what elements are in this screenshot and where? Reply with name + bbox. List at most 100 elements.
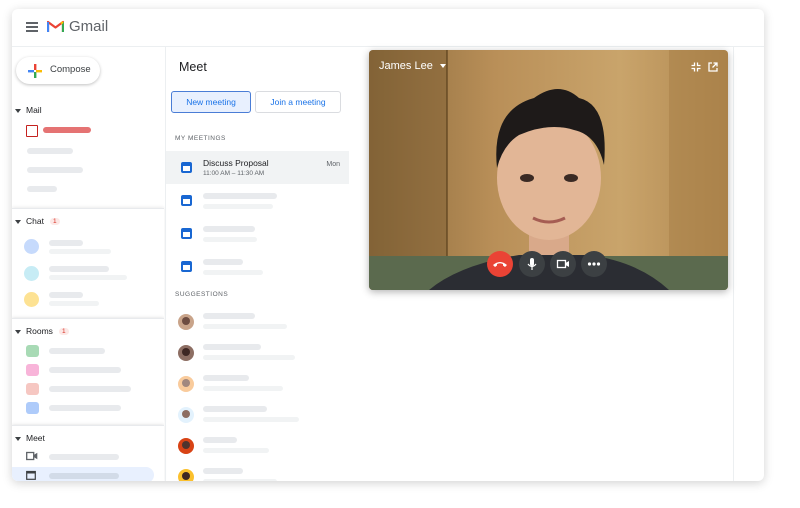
suggestion-detail-placeholder: [203, 417, 299, 422]
room-item[interactable]: [49, 386, 131, 392]
calendar-icon: [181, 195, 192, 206]
room-item[interactable]: [49, 405, 121, 411]
top-bar: Gmail: [12, 9, 764, 47]
chat-section-header[interactable]: Chat 1: [15, 216, 60, 226]
my-meetings-heading: MY MEETINGS: [175, 135, 226, 142]
avatar: [178, 314, 194, 330]
menu-icon[interactable]: [26, 22, 38, 32]
chevron-down-icon: [15, 436, 21, 441]
calendar-icon: [181, 261, 192, 272]
video-call-window[interactable]: James Lee: [369, 50, 728, 290]
room-icon: [26, 364, 39, 376]
inbox-icon: [26, 125, 38, 137]
sidebar-item-new-meeting[interactable]: [49, 454, 119, 460]
sidebar-item-inbox[interactable]: [43, 127, 91, 133]
meeting-time-placeholder: [203, 270, 263, 275]
participant-video-feed: [369, 50, 728, 290]
meet-section: Meet: [12, 425, 164, 481]
meeting-name-placeholder: [203, 259, 243, 265]
suggestion-item[interactable]: [166, 305, 349, 335]
rooms-unread-badge: 1: [58, 328, 69, 336]
meeting-time: 11:00 AM – 11:30 AM: [203, 170, 265, 177]
avatar: [178, 469, 194, 481]
suggestion-name-placeholder: [203, 468, 243, 474]
rooms-section-header[interactable]: Rooms 1: [15, 326, 69, 336]
sidebar-item[interactable]: [27, 186, 57, 192]
suggestion-item[interactable]: [166, 398, 349, 428]
chat-item[interactable]: [49, 266, 109, 272]
gmail-logo-icon: [47, 20, 64, 32]
meet-section-header[interactable]: Meet: [15, 433, 45, 443]
right-rail: [733, 47, 764, 481]
meet-label: Meet: [26, 433, 45, 443]
chevron-down-icon: [15, 219, 21, 224]
sidebar: Compose Mail Chat 1 Rooms 1 Meet: [12, 47, 164, 481]
gmail-window: Gmail Compose Mail Chat 1 Rooms 1 Meet M…: [12, 9, 764, 481]
suggestion-detail-placeholder: [203, 355, 295, 360]
suggestion-name-placeholder: [203, 344, 261, 350]
chat-label: Chat: [26, 216, 44, 226]
compose-button[interactable]: Compose: [16, 57, 100, 84]
chat-item[interactable]: [49, 240, 83, 246]
meeting-row[interactable]: [166, 184, 349, 217]
suggestion-item[interactable]: [166, 460, 349, 481]
room-icon: [26, 345, 39, 357]
room-icon: [26, 383, 39, 395]
rooms-section: Rooms 1: [12, 318, 164, 424]
participant-name[interactable]: James Lee: [379, 60, 446, 72]
page-title: Meet: [179, 60, 207, 74]
suggestions-heading: SUGGESTIONS: [175, 291, 229, 298]
mic-icon: [527, 258, 537, 270]
chat-section: Chat 1: [12, 208, 164, 317]
meeting-row[interactable]: [166, 250, 349, 283]
mic-button[interactable]: [519, 251, 545, 277]
meeting-day: Mon: [326, 161, 340, 168]
chat-item-preview: [49, 249, 111, 254]
meeting-name-placeholder: [203, 226, 255, 232]
avatar: [178, 376, 194, 392]
minimize-icon[interactable]: [691, 62, 701, 72]
avatar: [24, 266, 39, 281]
chat-item[interactable]: [49, 292, 83, 298]
chevron-down-icon: [439, 64, 446, 69]
suggestion-item[interactable]: [166, 429, 349, 459]
more-options-button[interactable]: [581, 251, 607, 277]
chevron-down-icon: [15, 108, 21, 113]
video-camera-icon: [26, 451, 38, 461]
meeting-name: Discuss Proposal: [203, 158, 269, 168]
compose-plus-icon: [28, 64, 42, 78]
suggestion-name-placeholder: [203, 375, 249, 381]
chat-unread-badge: 1: [49, 218, 60, 226]
avatar: [178, 407, 194, 423]
avatar: [24, 239, 39, 254]
suggestion-item[interactable]: [166, 336, 349, 366]
pop-out-icon[interactable]: [708, 62, 718, 72]
room-item[interactable]: [49, 348, 105, 354]
camera-icon: [556, 259, 569, 269]
calendar-icon: [26, 470, 36, 480]
meeting-row[interactable]: [166, 217, 349, 250]
meeting-time-placeholder: [203, 237, 257, 242]
calendar-icon: [181, 162, 192, 173]
room-item[interactable]: [49, 367, 121, 373]
suggestion-detail-placeholder: [203, 479, 277, 481]
chat-item-preview: [49, 301, 99, 306]
mail-section: Mail: [12, 105, 164, 205]
avatar: [178, 345, 194, 361]
end-call-icon: [493, 262, 507, 267]
mail-section-header[interactable]: Mail: [15, 105, 42, 115]
suggestion-detail-placeholder: [203, 448, 269, 453]
suggestion-name-placeholder: [203, 437, 237, 443]
meeting-time-placeholder: [203, 204, 273, 209]
new-meeting-button[interactable]: New meeting: [171, 91, 251, 113]
sidebar-item[interactable]: [27, 167, 83, 173]
end-call-button[interactable]: [487, 251, 513, 277]
rooms-label: Rooms: [26, 326, 53, 336]
join-meeting-button[interactable]: Join a meeting: [255, 91, 341, 113]
meeting-row[interactable]: Discuss Proposal 11:00 AM – 11:30 AM Mon: [166, 151, 349, 184]
room-icon: [26, 402, 39, 414]
compose-label: Compose: [50, 64, 91, 75]
sidebar-item[interactable]: [27, 148, 73, 154]
camera-button[interactable]: [550, 251, 576, 277]
suggestion-item[interactable]: [166, 367, 349, 397]
